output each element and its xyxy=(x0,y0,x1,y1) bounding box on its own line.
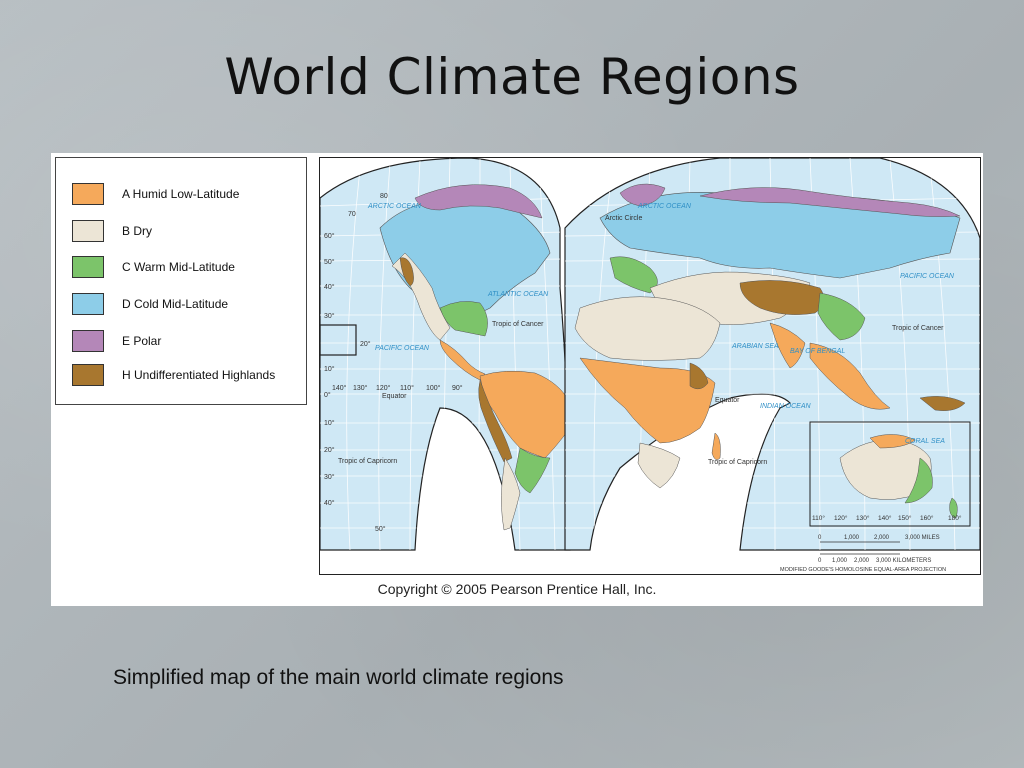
legend-item-warm-mid-latitude: C Warm Mid-Latitude xyxy=(72,255,235,279)
lon-tick-label: 130° xyxy=(353,384,368,392)
lat-tick-label: 10° xyxy=(324,419,335,427)
legend-swatch-a xyxy=(72,183,104,205)
legend-label: H Undifferentiated Highlands xyxy=(122,368,276,382)
ocean-label: ARCTIC OCEAN xyxy=(637,203,692,210)
slide-caption: Simplified map of the main world climate… xyxy=(113,666,564,689)
lat-tick-label: 0° xyxy=(324,391,331,399)
scale-tick: 3,000 KILOMETERS xyxy=(876,558,931,564)
lon-tick-label: 160° xyxy=(920,514,934,522)
americas-lobe: 80 70 60° 50° 40° 30° 20° 10° 0° 10° 20°… xyxy=(320,158,571,551)
scale-tick: 1,000 xyxy=(844,535,860,541)
lon-tick-label: 180° xyxy=(948,514,962,522)
legend-swatch-c xyxy=(72,256,104,278)
lon-tick-label: 140° xyxy=(332,384,347,392)
scale-tick: 2,000 xyxy=(854,558,870,564)
lat-tick-label: 10° xyxy=(324,365,335,373)
legend-label: C Warm Mid-Latitude xyxy=(122,260,235,274)
ocean-label: INDIAN OCEAN xyxy=(760,403,812,410)
lat-tick-label: 40° xyxy=(324,499,335,507)
world-map: 80 70 60° 50° 40° 30° 20° 10° 0° 10° 20°… xyxy=(319,157,981,575)
southern-africa-dry xyxy=(637,442,681,489)
ocean-label: CORAL SEA xyxy=(905,438,945,445)
legend-item-dry: B Dry xyxy=(72,219,152,243)
tropic-label: Tropic of Cancer xyxy=(492,321,544,328)
legend-label: E Polar xyxy=(122,334,162,348)
arctic-circle-label: Arctic Circle xyxy=(605,215,642,222)
legend-swatch-e xyxy=(72,330,104,352)
world-map-svg: 80 70 60° 50° 40° 30° 20° 10° 0° 10° 20°… xyxy=(320,158,980,573)
lon-tick-label: 140° xyxy=(878,514,892,522)
lat-tick-label: 30° xyxy=(324,312,335,320)
lon-tick-label: 100° xyxy=(426,384,441,392)
legend-swatch-b xyxy=(72,220,104,242)
lat-tick-label: 20° xyxy=(324,446,335,454)
legend-item-highlands: H Undifferentiated Highlands xyxy=(72,363,275,387)
tropic-label: Tropic of Capricorn xyxy=(708,459,767,466)
legend-label: A Humid Low-Latitude xyxy=(122,187,240,201)
ocean-label: ATLANTIC OCEAN xyxy=(487,291,549,298)
legend-item-cold-mid-latitude: D Cold Mid-Latitude xyxy=(72,292,228,316)
lon-tick-label: 90° xyxy=(452,384,463,392)
lat-tick-label: 50° xyxy=(324,258,335,266)
scale-tick: 3,000 MILES xyxy=(905,535,940,541)
lat-tick-label: 60° xyxy=(324,232,335,240)
legend-swatch-h xyxy=(72,364,104,386)
map-legend: A Humid Low-Latitude B Dry C Warm Mid-La… xyxy=(55,157,307,405)
map-figure: A Humid Low-Latitude B Dry C Warm Mid-La… xyxy=(51,153,983,606)
ocean-label: ARCTIC OCEAN xyxy=(367,203,422,210)
lat-tick-label: 50° xyxy=(375,525,386,533)
equator-label: Equator xyxy=(382,393,407,400)
lon-tick-label: 120° xyxy=(834,514,848,522)
legend-label: D Cold Mid-Latitude xyxy=(122,297,229,311)
lon-tick-label: 120° xyxy=(376,384,391,392)
lat-tick-label: 40° xyxy=(324,283,335,291)
tropic-label: Tropic of Capricorn xyxy=(338,458,397,465)
tropic-label: Tropic of Cancer xyxy=(892,325,944,332)
lat-tick-label: 70 xyxy=(348,211,356,218)
eurasia-africa-lobe: ARCTIC OCEAN PACIFIC OCEAN INDIAN OCEAN … xyxy=(564,158,980,551)
lon-tick-label: 110° xyxy=(400,384,414,392)
ocean-label: ARABIAN SEA xyxy=(731,343,779,350)
lon-tick-label: 130° xyxy=(856,514,870,522)
legend-item-polar: E Polar xyxy=(72,329,161,353)
ocean-label: PACIFIC OCEAN xyxy=(375,345,430,352)
legend-swatch-d xyxy=(72,293,104,315)
lat-tick-label: 30° xyxy=(324,473,335,481)
legend-item-humid-low-latitude: A Humid Low-Latitude xyxy=(72,182,239,206)
scale-tick: 2,000 xyxy=(874,535,890,541)
ocean-label: BAY OF BENGAL xyxy=(790,348,845,355)
lat-tick-label: 20° xyxy=(360,340,371,348)
scale-tick: 0 xyxy=(818,558,822,564)
equator-label: Equator xyxy=(715,397,740,404)
madagascar-humid xyxy=(711,432,721,460)
lon-tick-label: 110° xyxy=(812,514,825,522)
scale-tick: 1,000 xyxy=(832,558,848,564)
ocean-label: PACIFIC OCEAN xyxy=(900,273,955,280)
copyright-notice: Copyright © 2005 Pearson Prentice Hall, … xyxy=(377,581,657,597)
lon-tick-label: 150° xyxy=(898,514,912,522)
legend-label: B Dry xyxy=(122,224,152,238)
projection-label: MODIFIED GOODE'S HOMOLOSINE EQUAL-AREA P… xyxy=(780,567,946,573)
slide-title: World Climate Regions xyxy=(224,48,800,106)
lat-tick-label: 80 xyxy=(380,193,388,200)
